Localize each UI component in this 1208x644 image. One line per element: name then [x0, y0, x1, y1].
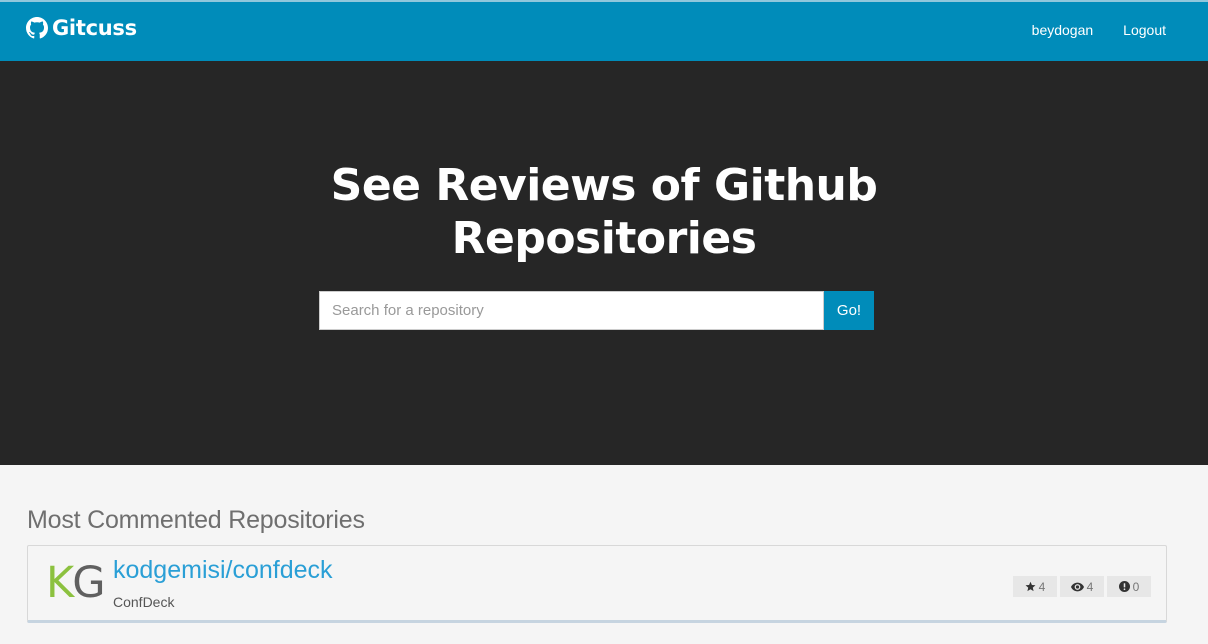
search-bar: Go! — [319, 291, 874, 330]
brand-name: Gitcuss — [52, 16, 137, 40]
exclamation-circle-icon — [1118, 581, 1130, 592]
issues-count: 0 — [1132, 579, 1140, 594]
repo-logo-k: K — [46, 558, 74, 608]
stars-badge: 4 — [1013, 576, 1057, 597]
search-input[interactable] — [319, 291, 824, 330]
watchers-badge: 4 — [1060, 576, 1104, 597]
section-title: Most Commented Repositories — [27, 506, 365, 534]
github-icon — [26, 17, 48, 39]
repo-description: ConfDeck — [113, 594, 175, 610]
top-navbar: Gitcuss beydogan Logout — [0, 0, 1208, 61]
hero-section: See Reviews of Github Repositories Go! — [0, 61, 1208, 465]
nav-links: beydogan Logout — [1032, 22, 1166, 38]
repo-logo-g: G — [72, 558, 105, 608]
hero-title-line1: See Reviews of Github — [330, 160, 878, 211]
star-icon — [1025, 581, 1036, 592]
watchers-count: 4 — [1086, 579, 1094, 594]
hero-title: See Reviews of Github Repositories — [0, 159, 1208, 265]
issues-badge: 0 — [1107, 576, 1151, 597]
eye-icon — [1070, 582, 1084, 592]
go-button[interactable]: Go! — [824, 291, 874, 330]
repo-logo: KG — [46, 558, 106, 608]
stars-count: 4 — [1038, 579, 1046, 594]
repo-card: KG kodgemisi/confdeck ConfDeck 4 4 0 — [27, 545, 1167, 623]
hero-title-line2: Repositories — [451, 213, 757, 264]
nav-user-link[interactable]: beydogan — [1032, 22, 1094, 38]
repo-name-link[interactable]: kodgemisi/confdeck — [113, 556, 333, 585]
nav-logout-link[interactable]: Logout — [1123, 22, 1166, 38]
repo-stats: 4 4 0 — [1013, 576, 1151, 597]
brand-link[interactable]: Gitcuss — [26, 16, 137, 40]
